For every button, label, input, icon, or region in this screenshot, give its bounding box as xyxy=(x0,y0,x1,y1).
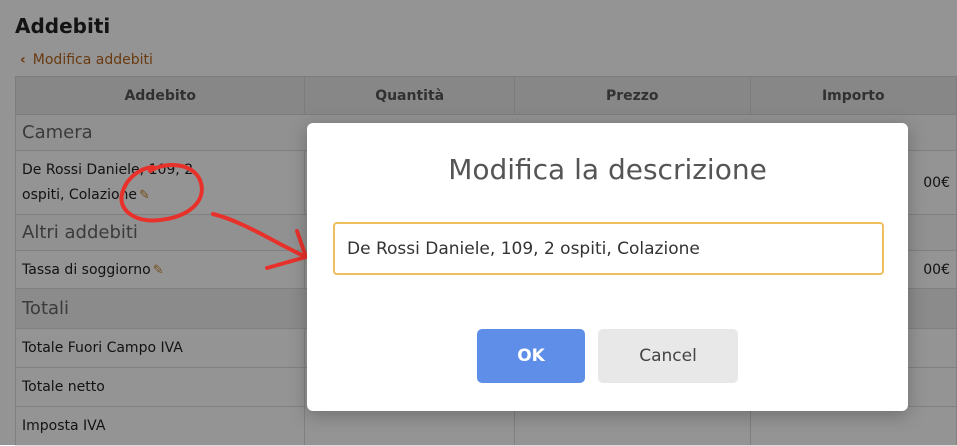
dialog-title: Modifica la descrizione xyxy=(448,153,767,186)
cancel-button[interactable]: Cancel xyxy=(598,329,738,383)
description-input[interactable] xyxy=(333,222,884,275)
ok-button[interactable]: OK xyxy=(477,329,585,383)
edit-description-dialog: Modifica la descrizione OK Cancel xyxy=(307,123,908,411)
